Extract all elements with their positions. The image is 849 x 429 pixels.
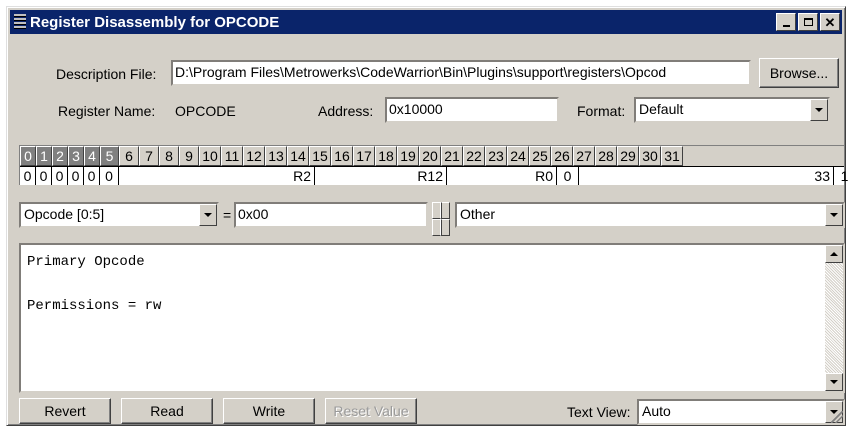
bit-cell[interactable]: 3 xyxy=(68,146,84,166)
bit-value-cell[interactable]: R2 xyxy=(119,167,315,185)
bit-value-cell[interactable]: 0 xyxy=(52,167,68,185)
bit-cell[interactable]: 23 xyxy=(485,146,507,166)
arrow-down-icon xyxy=(440,219,442,236)
bit-cell[interactable]: 19 xyxy=(397,146,419,166)
maximize-icon xyxy=(803,18,813,26)
title-bar[interactable]: Register Disassembly for OPCODE ✕ xyxy=(10,10,842,34)
bit-cell[interactable]: 31 xyxy=(661,146,683,166)
bit-index-row: 0 1 2 3 4 5 6 7 8 9 10 11 12 13 14 15 16 17 18 19 20 21 22 23 24… xyxy=(20,146,683,166)
field-meaning-select[interactable]: Other xyxy=(455,202,845,228)
bit-field-grid: 0 1 2 3 4 5 6 7 8 9 10 11 12 13 14 15 16 17 18 19 20 21 22 23 24… xyxy=(19,145,848,185)
format-select-value: Default xyxy=(639,101,684,117)
bit-cell[interactable]: 20 xyxy=(419,146,441,166)
equals-sign: = xyxy=(223,207,232,223)
bit-value-cell[interactable]: 0 xyxy=(84,167,100,185)
format-label: Format: xyxy=(577,103,626,119)
resize-grip-icon[interactable] xyxy=(831,411,843,423)
minimize-icon xyxy=(782,25,790,27)
text-view-label: Text View: xyxy=(567,404,631,420)
read-button[interactable]: Read xyxy=(121,398,213,424)
register-disassembly-window: Register Disassembly for OPCODE ✕ Descri… xyxy=(6,6,848,426)
browse-button[interactable]: Browse... xyxy=(759,58,839,88)
field-select[interactable]: Opcode [0:5] xyxy=(19,202,219,228)
bit-cell[interactable]: 14 xyxy=(287,146,309,166)
chevron-down-icon[interactable] xyxy=(825,204,843,226)
bit-cell[interactable]: 13 xyxy=(265,146,287,166)
bit-cell[interactable]: 11 xyxy=(221,146,243,166)
bit-cell[interactable]: 22 xyxy=(463,146,485,166)
scroll-down-button[interactable] xyxy=(825,373,843,391)
arrow-up-icon xyxy=(440,202,442,219)
bit-cell[interactable]: 28 xyxy=(595,146,617,166)
bit-cell[interactable]: 12 xyxy=(243,146,265,166)
arrow-up-icon xyxy=(830,252,838,256)
description-text-area[interactable]: Primary Opcode Permissions = rw xyxy=(19,243,845,393)
bit-cell[interactable]: 1 xyxy=(36,146,52,166)
scroll-up-button[interactable] xyxy=(825,245,843,263)
description-text: Primary Opcode Permissions = rw xyxy=(27,254,162,314)
bit-cell[interactable]: 25 xyxy=(529,146,551,166)
bit-cell[interactable]: 6 xyxy=(119,146,139,166)
bit-cell[interactable]: 18 xyxy=(375,146,397,166)
close-icon: ✕ xyxy=(824,14,836,30)
bit-cell[interactable]: 10 xyxy=(199,146,221,166)
bit-cell[interactable]: 24 xyxy=(507,146,529,166)
text-view-select[interactable]: Auto xyxy=(637,399,845,425)
bit-value-cell[interactable]: 33 xyxy=(579,167,834,185)
bit-value-cell[interactable]: 1 xyxy=(834,167,849,185)
bit-value-cell[interactable]: R12 xyxy=(315,167,447,185)
chevron-down-icon[interactable] xyxy=(810,99,828,121)
description-file-label: Description File: xyxy=(56,66,157,82)
format-select[interactable]: Default xyxy=(634,97,830,123)
minimize-button[interactable] xyxy=(776,13,796,31)
reset-value-button[interactable]: Reset Value xyxy=(325,398,417,424)
bit-value-cell[interactable]: 0 xyxy=(36,167,52,185)
bit-cell[interactable]: 5 xyxy=(100,146,119,166)
bit-cell[interactable]: 30 xyxy=(639,146,661,166)
bit-cell[interactable]: 0 xyxy=(20,146,36,166)
field-select-value: Opcode [0:5] xyxy=(24,206,105,222)
bit-cell[interactable]: 9 xyxy=(179,146,199,166)
bit-value-cell[interactable]: 0 xyxy=(100,167,119,185)
bit-value-cell[interactable]: R0 xyxy=(447,167,557,185)
bit-cell[interactable]: 26 xyxy=(551,146,573,166)
revert-button[interactable]: Revert xyxy=(19,398,111,424)
value-spinner[interactable] xyxy=(432,202,450,236)
spin-down-button[interactable] xyxy=(432,219,450,236)
vertical-scrollbar[interactable] xyxy=(825,245,843,391)
app-icon xyxy=(14,14,26,30)
chevron-down-icon[interactable] xyxy=(199,204,217,226)
description-file-input[interactable]: D:\Program Files\Metrowerks\CodeWarrior\… xyxy=(171,60,751,86)
bit-cell[interactable]: 27 xyxy=(573,146,595,166)
register-name-value: OPCODE xyxy=(175,103,236,119)
write-button[interactable]: Write xyxy=(223,398,315,424)
bit-cell[interactable]: 2 xyxy=(52,146,68,166)
bit-value-row: 0 0 0 0 0 0 R2 R12 R0 0 33 1 xyxy=(20,166,848,185)
register-name-label: Register Name: xyxy=(58,103,156,119)
bit-value-cell[interactable]: 0 xyxy=(20,167,36,185)
spin-up-button[interactable] xyxy=(432,202,450,219)
bit-value-cell[interactable]: 0 xyxy=(557,167,579,185)
bit-cell[interactable]: 15 xyxy=(309,146,331,166)
bit-cell[interactable]: 16 xyxy=(331,146,353,166)
bit-cell[interactable]: 21 xyxy=(441,146,463,166)
bit-cell[interactable]: 8 xyxy=(159,146,179,166)
address-label: Address: xyxy=(318,103,374,119)
bit-cell[interactable]: 7 xyxy=(139,146,159,166)
bit-cell[interactable]: 4 xyxy=(84,146,100,166)
bit-value-cell[interactable]: 0 xyxy=(68,167,84,185)
address-input[interactable]: 0x10000 xyxy=(385,97,559,123)
bit-cell[interactable]: 29 xyxy=(617,146,639,166)
field-meaning-value: Other xyxy=(460,206,496,222)
field-value-input[interactable]: 0x00 xyxy=(234,202,428,228)
maximize-button[interactable] xyxy=(798,13,818,31)
close-button[interactable]: ✕ xyxy=(820,13,840,31)
bit-cell[interactable]: 17 xyxy=(353,146,375,166)
text-view-value: Auto xyxy=(642,403,671,419)
window-title: Register Disassembly for OPCODE xyxy=(30,13,280,31)
arrow-down-icon xyxy=(830,380,838,384)
